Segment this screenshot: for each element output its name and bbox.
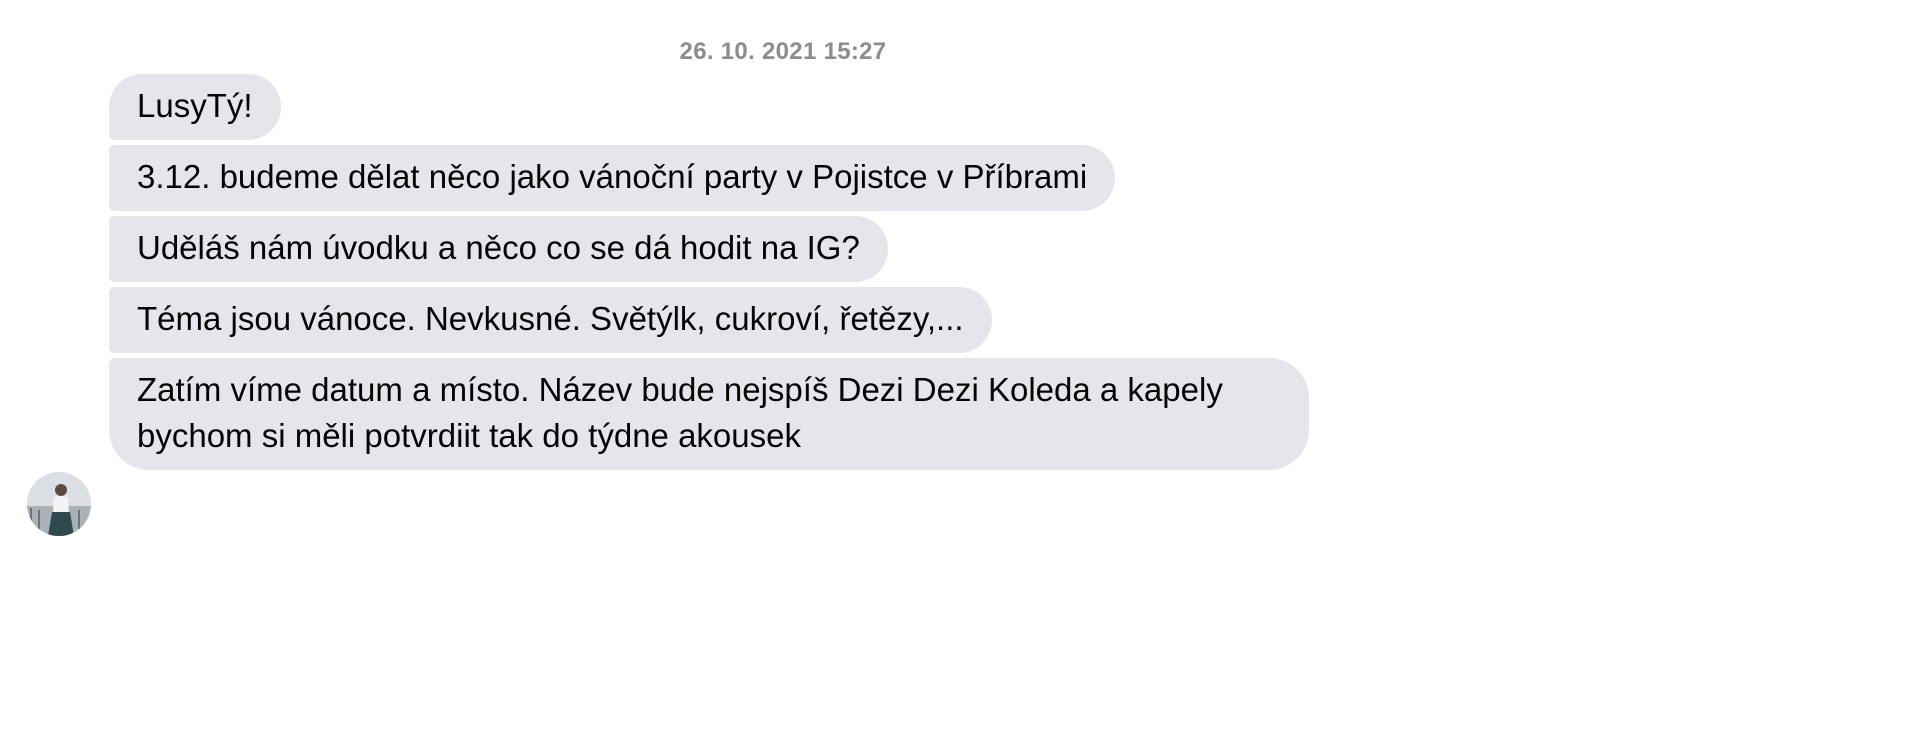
message-group: LusyTý! 3.12. budeme dělat něco jako ván… <box>109 74 1309 470</box>
message-bubble[interactable]: LusyTý! <box>109 74 281 140</box>
message-bubble[interactable]: Uděláš nám úvodku a něco co se dá hodit … <box>109 216 888 282</box>
message-timestamp: 26. 10. 2021 15:27 <box>679 38 887 65</box>
chat-thread: 26. 10. 2021 15:27 LusyTý! 3.12. budeme … <box>0 0 1920 741</box>
message-bubble[interactable]: Téma jsou vánoce. Nevkusné. Světýlk, cuk… <box>109 287 992 353</box>
message-bubble[interactable]: Zatím víme datum a místo. Název bude nej… <box>109 358 1309 470</box>
avatar-photo-icon <box>27 472 91 536</box>
sender-avatar[interactable] <box>27 472 91 536</box>
message-bubble[interactable]: 3.12. budeme dělat něco jako vánoční par… <box>109 145 1116 211</box>
